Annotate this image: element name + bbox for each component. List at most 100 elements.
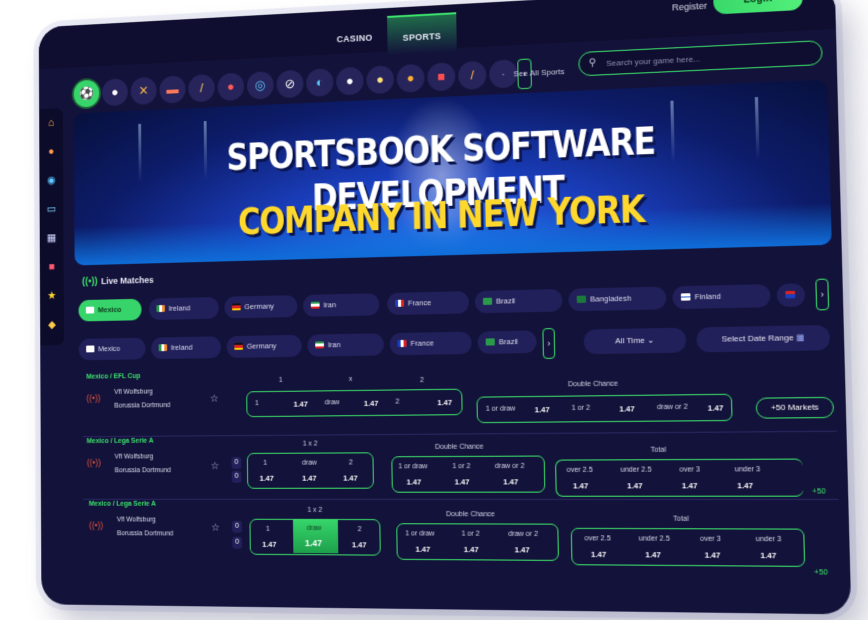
soccer-icon[interactable]: ⚽ <box>73 79 100 108</box>
more-markets-count[interactable]: +50 <box>812 486 826 496</box>
golf-icon[interactable]: ● <box>336 66 364 96</box>
odd-value[interactable]: 1.47 <box>682 481 698 490</box>
divider <box>82 430 837 438</box>
main-odds-group[interactable]: 1 1.47 draw 1.47 2 1.47 <box>249 518 381 556</box>
odd-value[interactable]: 1.47 <box>503 477 518 486</box>
favorite-star-icon[interactable]: ☆ <box>210 394 219 405</box>
odd-value[interactable]: 1.47 <box>645 550 661 560</box>
odd-value[interactable]: 1.47 <box>705 550 721 560</box>
country-chip[interactable]: France <box>387 291 470 316</box>
odd-value[interactable]: 1.47 <box>573 481 588 490</box>
gift-icon[interactable]: ■ <box>40 252 64 282</box>
country-chip[interactable]: Ireland <box>151 336 222 360</box>
search-box[interactable]: ⚲ Search your game here... <box>578 40 823 77</box>
odd-value[interactable]: 1.47 <box>343 474 357 483</box>
odd-value[interactable]: 1.47 <box>302 474 316 483</box>
odd-value[interactable]: 1.47 <box>708 403 724 413</box>
baseball-icon[interactable]: / <box>188 73 215 103</box>
table-tennis-icon[interactable]: ● <box>217 72 245 102</box>
bell-icon[interactable]: ● <box>39 137 63 167</box>
time-filter-select[interactable]: All Time ⌄ <box>583 327 687 355</box>
odd-value[interactable]: 1.47 <box>760 551 776 561</box>
cricket-icon[interactable]: / <box>458 60 487 91</box>
odd-value[interactable]: 1.47 <box>619 404 634 413</box>
country-chip[interactable]: Germany <box>224 295 298 319</box>
hockey-icon[interactable]: ✕ <box>130 76 157 106</box>
boxing-icon[interactable]: ■ <box>427 62 456 92</box>
country-chip[interactable]: Finland <box>672 284 771 310</box>
country-chip[interactable] <box>776 283 806 308</box>
country-chip[interactable]: Iran <box>307 333 384 357</box>
odd-value[interactable]: 1.47 <box>627 481 643 490</box>
shield-icon[interactable]: ◆ <box>40 310 64 339</box>
darts-icon[interactable]: ◎ <box>246 71 274 100</box>
odd-value[interactable]: 1.47 <box>407 477 422 486</box>
odd-value[interactable]: 1.47 <box>515 545 530 554</box>
total-group[interactable]: over 2.5 1.47 under 2.5 1.47 over 3 1.47… <box>570 527 806 567</box>
sidebar: ⌂ ● ◉ ▭ ▦ ■ ★ ◆ <box>39 108 65 346</box>
home-score: 0 <box>232 520 242 533</box>
country-chip[interactable]: Brazil <box>474 288 563 314</box>
tennis-icon[interactable]: ⊘ <box>276 69 304 99</box>
live-signal-icon: ((•)) <box>86 457 101 468</box>
total-group[interactable]: over 2.5 1.47 under 2.5 1.47 over 3 1.47… <box>555 458 804 497</box>
tab-sports[interactable]: SPORTS <box>387 12 457 56</box>
odd-value[interactable]: 1.47 <box>464 545 479 554</box>
country-chip[interactable]: France <box>389 331 472 356</box>
odd-value[interactable]: 1.47 <box>364 399 379 408</box>
favorite-star-icon[interactable]: ☆ <box>211 461 220 472</box>
card-icon[interactable]: ▭ <box>40 194 64 224</box>
double-chance-group[interactable]: 1 or draw 1.47 1 or 2 1.47 draw or 2 1.4… <box>396 523 559 561</box>
country-chip[interactable]: Bangladesh <box>568 286 667 312</box>
odd-value[interactable]: 1.47 <box>294 400 308 409</box>
calculator-icon[interactable]: ▦ <box>40 223 64 253</box>
badminton-icon[interactable]: ● <box>366 65 395 95</box>
odds-header: x <box>348 375 353 384</box>
palette-icon[interactable]: ◉ <box>39 166 63 196</box>
odd-value[interactable]: 1.47 <box>591 550 606 559</box>
country-chip[interactable]: Germany <box>226 334 302 358</box>
odd-value[interactable]: 1.47 <box>260 474 274 483</box>
country-chip[interactable]: Mexico <box>78 298 142 322</box>
country-chip[interactable]: Brazil <box>477 330 537 354</box>
odd-value[interactable]: 1.47 <box>535 405 550 414</box>
register-link[interactable]: Register <box>672 1 707 13</box>
odd-value[interactable]: 1.47 <box>737 481 753 491</box>
odd-value[interactable]: 1.47 <box>415 545 430 554</box>
odd-value[interactable]: 1.47 <box>455 477 470 486</box>
odd-value-selected[interactable]: 1.47 <box>305 538 322 548</box>
calendar-icon: ▦ <box>795 332 805 343</box>
volleyball-icon[interactable]: ◐ <box>306 68 334 98</box>
main-odds-group[interactable]: 1 1.47 draw 1.47 2 1.47 <box>246 452 374 489</box>
away-score: 0 <box>232 536 243 549</box>
country-chip[interactable]: Iran <box>302 293 380 317</box>
more-markets-count[interactable]: +50 <box>814 567 828 577</box>
live-icon: ((•)) <box>82 276 98 288</box>
see-all-sports-link[interactable]: See All Sports <box>513 67 564 78</box>
double-chance-group[interactable]: 1 or draw 1.47 1 or 2 1.47 draw or 2 1.4… <box>476 393 733 424</box>
more-markets-button[interactable]: +50 Markets <box>755 396 835 419</box>
basketball-icon[interactable]: ● <box>396 63 425 93</box>
app-window: CASINO SPORTS Register Login ⌂ ● ◉ ▭ ▦ ■… <box>38 0 852 615</box>
live-matches-heading: ((•)) Live Matches <box>82 274 154 288</box>
odd-value[interactable]: 1.47 <box>262 540 276 549</box>
country-chip[interactable]: Ireland <box>148 296 219 321</box>
tab-casino[interactable]: CASINO <box>337 33 373 45</box>
favorite-star-icon[interactable]: ☆ <box>211 523 220 534</box>
star-icon[interactable]: ★ <box>40 281 64 311</box>
bench-icon[interactable]: ▬ <box>159 75 186 104</box>
login-button[interactable]: Login <box>713 0 804 15</box>
ball-icon[interactable]: ● <box>101 78 128 107</box>
country-chip[interactable]: Mexico <box>78 337 146 361</box>
search-input[interactable]: Search your game here... <box>606 54 700 68</box>
league-label: Mexico / EFL Cup <box>86 373 141 381</box>
chips-next-button[interactable]: › <box>815 278 830 311</box>
odd-value[interactable]: 1.47 <box>437 398 452 407</box>
home-icon[interactable]: ⌂ <box>39 108 63 138</box>
double-chance-group[interactable]: 1 or draw 1.47 1 or 2 1.47 draw or 2 1.4… <box>391 455 546 493</box>
market-header: 1 x 2 <box>302 440 318 448</box>
date-range-picker[interactable]: Select Date Range ▦ <box>696 324 831 353</box>
main-odds-group[interactable]: 1 1.47 draw 1.47 2 1.47 <box>246 388 463 418</box>
chips-next-button[interactable]: › <box>542 328 556 359</box>
odd-value[interactable]: 1.47 <box>352 540 367 549</box>
